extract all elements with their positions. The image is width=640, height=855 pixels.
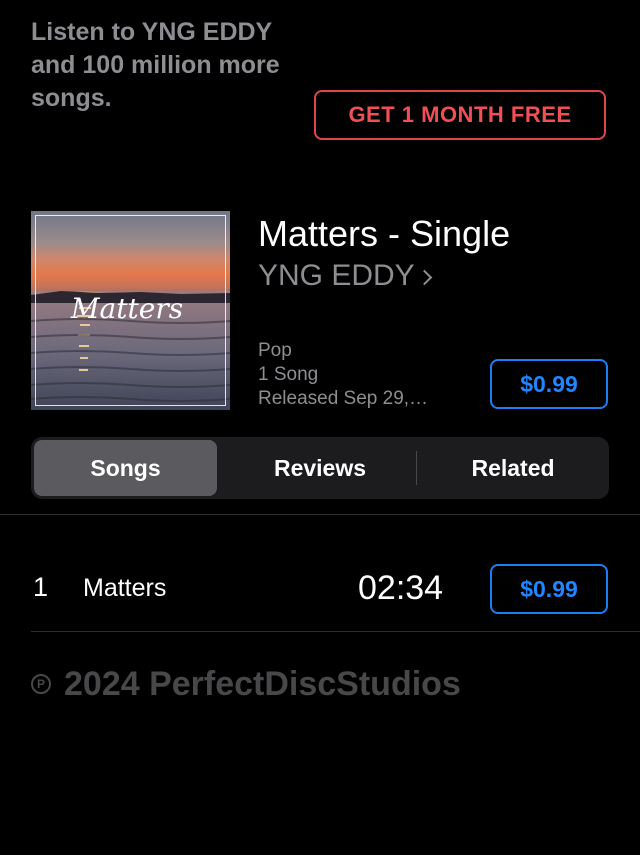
tab-songs[interactable]: Songs [34,440,217,496]
copyright: P 2024 PerfectDiscStudios [31,663,461,705]
album-song-count: 1 Song [258,364,319,385]
track-duration: 02:34 [358,569,444,607]
copyright-text: 2024 PerfectDiscStudios [64,665,461,703]
album-title: Matters - Single [258,213,511,254]
artwork-frame [35,215,226,406]
tab-reviews[interactable]: Reviews [223,440,417,496]
get-free-month-button[interactable]: GET 1 MONTH FREE [314,90,606,140]
section-tabs: Songs Reviews Related [31,437,609,499]
buy-track-button[interactable]: $0.99 [490,564,608,614]
track-number: 1 [33,572,49,602]
track-divider [31,631,640,632]
tab-divider [416,451,417,485]
artist-link[interactable]: YNG EDDY [258,257,432,295]
phonographic-copyright-icon: P [31,674,51,694]
album-release-date: Released Sep 29,… [258,388,429,409]
album-artwork[interactable]: Matters [31,211,230,410]
buy-album-button[interactable]: $0.99 [490,359,608,409]
chevron-right-icon [416,269,432,285]
promo-text: Listen to YNG EDDY and 100 million more … [31,18,280,112]
section-divider [0,514,640,515]
artist-name: YNG EDDY [258,259,415,292]
tab-related[interactable]: Related [419,440,607,496]
track-title: Matters [83,574,167,602]
album-genre: Pop [258,340,292,361]
